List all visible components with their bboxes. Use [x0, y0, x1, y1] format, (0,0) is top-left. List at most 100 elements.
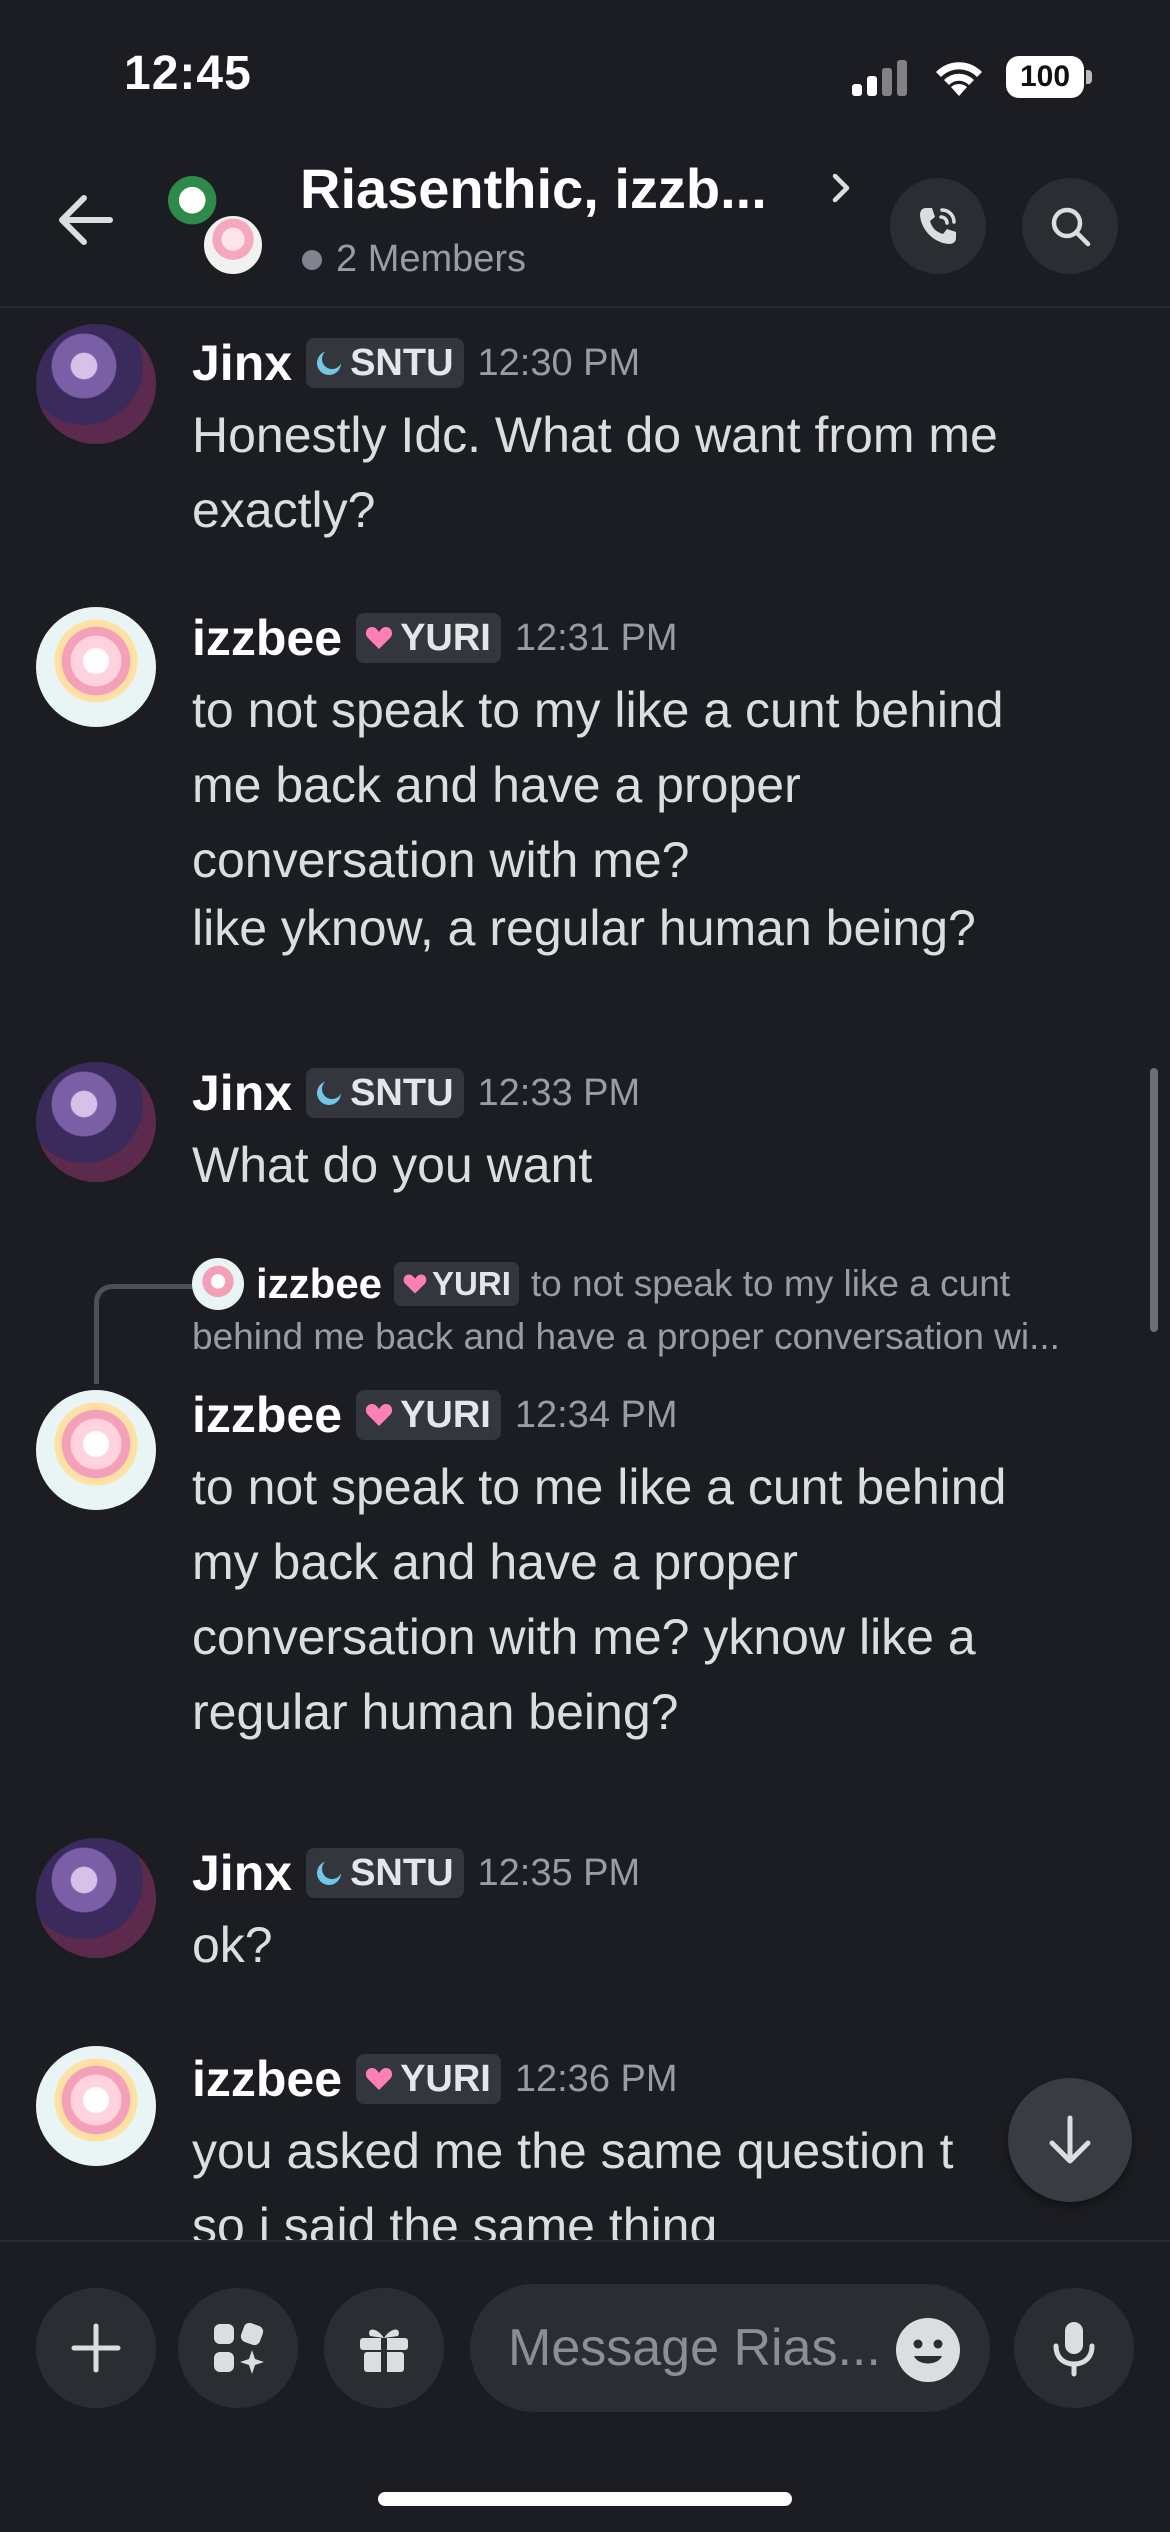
signal-icon: [852, 60, 912, 96]
voice-message-button[interactable]: [1014, 2288, 1134, 2408]
message-line: What do you want: [192, 1137, 593, 1193]
emoji-icon[interactable]: [894, 2316, 962, 2384]
message-line: conversation with me?: [192, 832, 690, 888]
heart-icon: [403, 1274, 427, 1294]
reply-preview[interactable]: izzbee YURI to not speak to my like a cu…: [256, 1258, 1010, 1310]
plus-icon: [71, 2323, 121, 2373]
add-attachment-button[interactable]: [36, 2288, 156, 2408]
tag-label: SNTU: [350, 341, 454, 384]
scrollbar[interactable]: [1150, 1068, 1158, 1332]
timestamp: 12:34 PM: [514, 1393, 678, 1436]
call-button[interactable]: [890, 178, 986, 274]
role-tag[interactable]: YURI: [356, 2054, 501, 2104]
role-tag[interactable]: SNTU: [306, 338, 464, 388]
timestamp: 12:31 PM: [514, 616, 678, 659]
message-line: ok?: [192, 1917, 273, 1973]
tag-label: YURI: [432, 1265, 511, 1302]
message-line: exactly?: [192, 482, 376, 538]
role-tag[interactable]: SNTU: [306, 1848, 464, 1898]
back-arrow-icon[interactable]: [48, 182, 124, 258]
avatar[interactable]: [36, 1390, 156, 1510]
message-body: What do you want: [192, 1128, 1092, 1203]
username[interactable]: Jinx: [192, 1064, 292, 1122]
apps-button[interactable]: [178, 2288, 298, 2408]
username[interactable]: izzbee: [192, 1386, 342, 1444]
tag-label: SNTU: [350, 1071, 454, 1114]
apps-icon: [214, 2322, 264, 2374]
avatar[interactable]: [36, 2046, 156, 2166]
message-body: to not speak to my like a cunt behind me…: [192, 673, 1092, 898]
status-time: 12:45: [124, 47, 252, 100]
phone-call-icon: [920, 208, 956, 244]
message-line: conversation with me? yknow like a: [192, 1609, 976, 1665]
avatar[interactable]: [36, 1062, 156, 1182]
message-line: my back and have a proper: [192, 1534, 798, 1590]
group-avatar[interactable]: [164, 172, 272, 280]
message-line: so i said the same thing: [192, 2198, 718, 2240]
message-body: you asked me the same question t so i sa…: [192, 2114, 1092, 2240]
timestamp: 12:30 PM: [477, 341, 641, 384]
timestamp: 12:36 PM: [514, 2057, 678, 2100]
reply-avatar[interactable]: [192, 1258, 244, 1310]
wifi-icon: [936, 62, 982, 96]
message-input[interactable]: Message Rias...: [470, 2284, 990, 2412]
message-body: to not speak to me like a cunt behind my…: [192, 1450, 1092, 1750]
reply-connector: [94, 1284, 194, 1384]
tag-label: YURI: [400, 1393, 491, 1436]
username[interactable]: Jinx: [192, 1844, 292, 1902]
message-list[interactable]: Jinx SNTU 12:30 PM Honestly Idc. What do…: [0, 310, 1170, 2240]
timestamp: 12:33 PM: [477, 1071, 641, 1114]
heart-icon: [365, 1404, 393, 1426]
gift-button[interactable]: [324, 2288, 444, 2408]
message-line: me back and have a proper: [192, 757, 801, 813]
search-button[interactable]: [1022, 178, 1118, 274]
status-bar: 12:45 100: [0, 0, 1170, 140]
gift-icon: [360, 2329, 408, 2374]
role-tag: YURI: [394, 1262, 519, 1306]
username[interactable]: Jinx: [192, 334, 292, 392]
role-tag[interactable]: YURI: [356, 613, 501, 663]
username[interactable]: izzbee: [192, 2050, 342, 2108]
message-line: Honestly Idc. What do want from me: [192, 407, 998, 463]
moon-icon: [317, 1859, 343, 1885]
status-dot: [302, 250, 322, 270]
avatar[interactable]: [36, 607, 156, 727]
reply-snippet: to not speak to my like a cunt: [530, 1263, 1011, 1304]
moon-icon: [317, 349, 343, 375]
microphone-icon: [1053, 2322, 1095, 2377]
avatar[interactable]: [36, 324, 156, 444]
tag-label: YURI: [400, 616, 491, 659]
battery-level: 100: [1006, 56, 1084, 98]
timestamp: 12:35 PM: [477, 1851, 641, 1894]
message-body: ok?: [192, 1908, 1092, 1983]
message-body: Honestly Idc. What do want from me exact…: [192, 398, 1092, 548]
avatar[interactable]: [36, 1838, 156, 1958]
heart-icon: [365, 627, 393, 649]
message-line: to not speak to me like a cunt behind: [192, 1459, 1007, 1515]
jump-to-bottom-button[interactable]: [1008, 2078, 1132, 2202]
chat-header: Riasenthic, izzb... 2 Members: [0, 140, 1170, 308]
message-composer: Message Rias...: [0, 2240, 1170, 2532]
member-count: 2 Members: [336, 238, 527, 280]
chat-title[interactable]: Riasenthic, izzb...: [300, 156, 767, 221]
role-tag[interactable]: SNTU: [306, 1068, 464, 1118]
member-avatar: [200, 212, 266, 278]
moon-icon: [317, 1079, 343, 1105]
chat-screen: 12:45 100 Riasenthic, izzb... 2 Members …: [0, 0, 1170, 2532]
reply-username: izzbee: [256, 1260, 383, 1307]
message-line: regular human being?: [192, 1684, 679, 1740]
reply-snippet: behind me back and have a proper convers…: [192, 1316, 1060, 1357]
message-body: like yknow, a regular human being?: [192, 900, 976, 956]
home-indicator[interactable]: [378, 2492, 792, 2506]
message-placeholder: Message Rias...: [508, 2319, 881, 2377]
chevron-right-icon[interactable]: [826, 168, 856, 208]
search-icon: [1051, 207, 1091, 247]
tag-label: YURI: [400, 2057, 491, 2100]
heart-icon: [365, 2068, 393, 2090]
message-line: you asked me the same question t: [192, 2123, 954, 2179]
message-line: to not speak to my like a cunt behind: [192, 682, 1004, 738]
role-tag[interactable]: YURI: [356, 1390, 501, 1440]
arrow-down-icon: [1049, 2115, 1091, 2164]
battery-icon: 100: [1006, 56, 1092, 98]
username[interactable]: izzbee: [192, 609, 342, 667]
